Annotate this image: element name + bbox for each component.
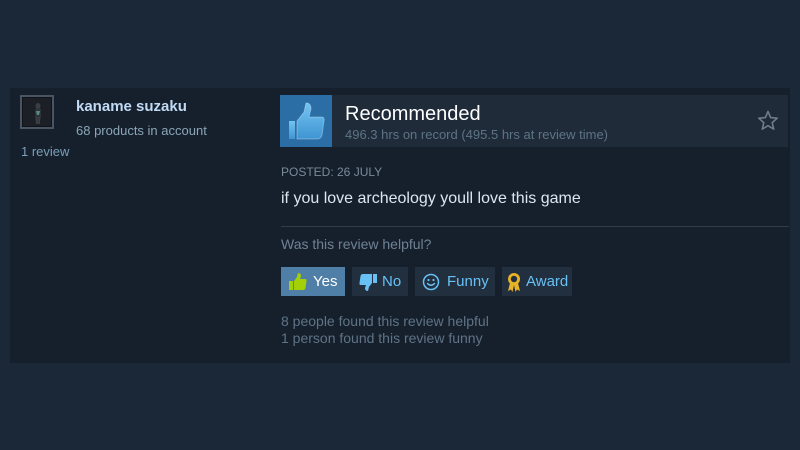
- funny-count: 1 person found this review funny: [281, 330, 483, 346]
- award-ribbon-icon: [508, 272, 520, 292]
- divider: [281, 226, 789, 227]
- vote-yes-label: Yes: [313, 273, 338, 290]
- award-button[interactable]: Award: [502, 267, 572, 296]
- vote-funny-label: Funny: [447, 273, 489, 290]
- avatar-image: [22, 97, 52, 127]
- thumbs-up-icon: [289, 272, 307, 290]
- review-card: kaname suzaku 68 products in account 1 r…: [10, 88, 790, 363]
- review-text: if you love archeology youll love this g…: [281, 190, 581, 207]
- avatar[interactable]: [20, 95, 54, 129]
- page: kaname suzaku 68 products in account 1 r…: [0, 0, 800, 450]
- award-label: Award: [526, 273, 569, 290]
- thumbs-up-icon: [280, 95, 332, 147]
- vote-no-button[interactable]: No: [352, 267, 408, 296]
- reviewer-name[interactable]: kaname suzaku: [76, 98, 187, 115]
- vote-no-label: No: [382, 273, 402, 290]
- vote-yes-button[interactable]: Yes: [281, 267, 345, 296]
- recommendation-header: Recommended 496.3 hrs on record (495.5 h…: [280, 95, 788, 147]
- helpful-count: 8 people found this review helpful: [281, 313, 489, 329]
- review-count[interactable]: 1 review: [21, 144, 69, 159]
- recommendation-title[interactable]: Recommended: [345, 103, 481, 126]
- hours-on-record: 496.3 hrs on record (495.5 hrs at review…: [345, 127, 609, 142]
- products-count[interactable]: 68 products in account: [76, 123, 207, 138]
- posted-date: POSTED: 26 JULY: [281, 165, 383, 179]
- smiley-icon: [422, 273, 440, 290]
- vote-funny-button[interactable]: Funny: [415, 267, 495, 296]
- helpful-question: Was this review helpful?: [281, 236, 432, 252]
- thumbs-down-icon: [359, 273, 377, 291]
- star-icon[interactable]: [756, 109, 780, 133]
